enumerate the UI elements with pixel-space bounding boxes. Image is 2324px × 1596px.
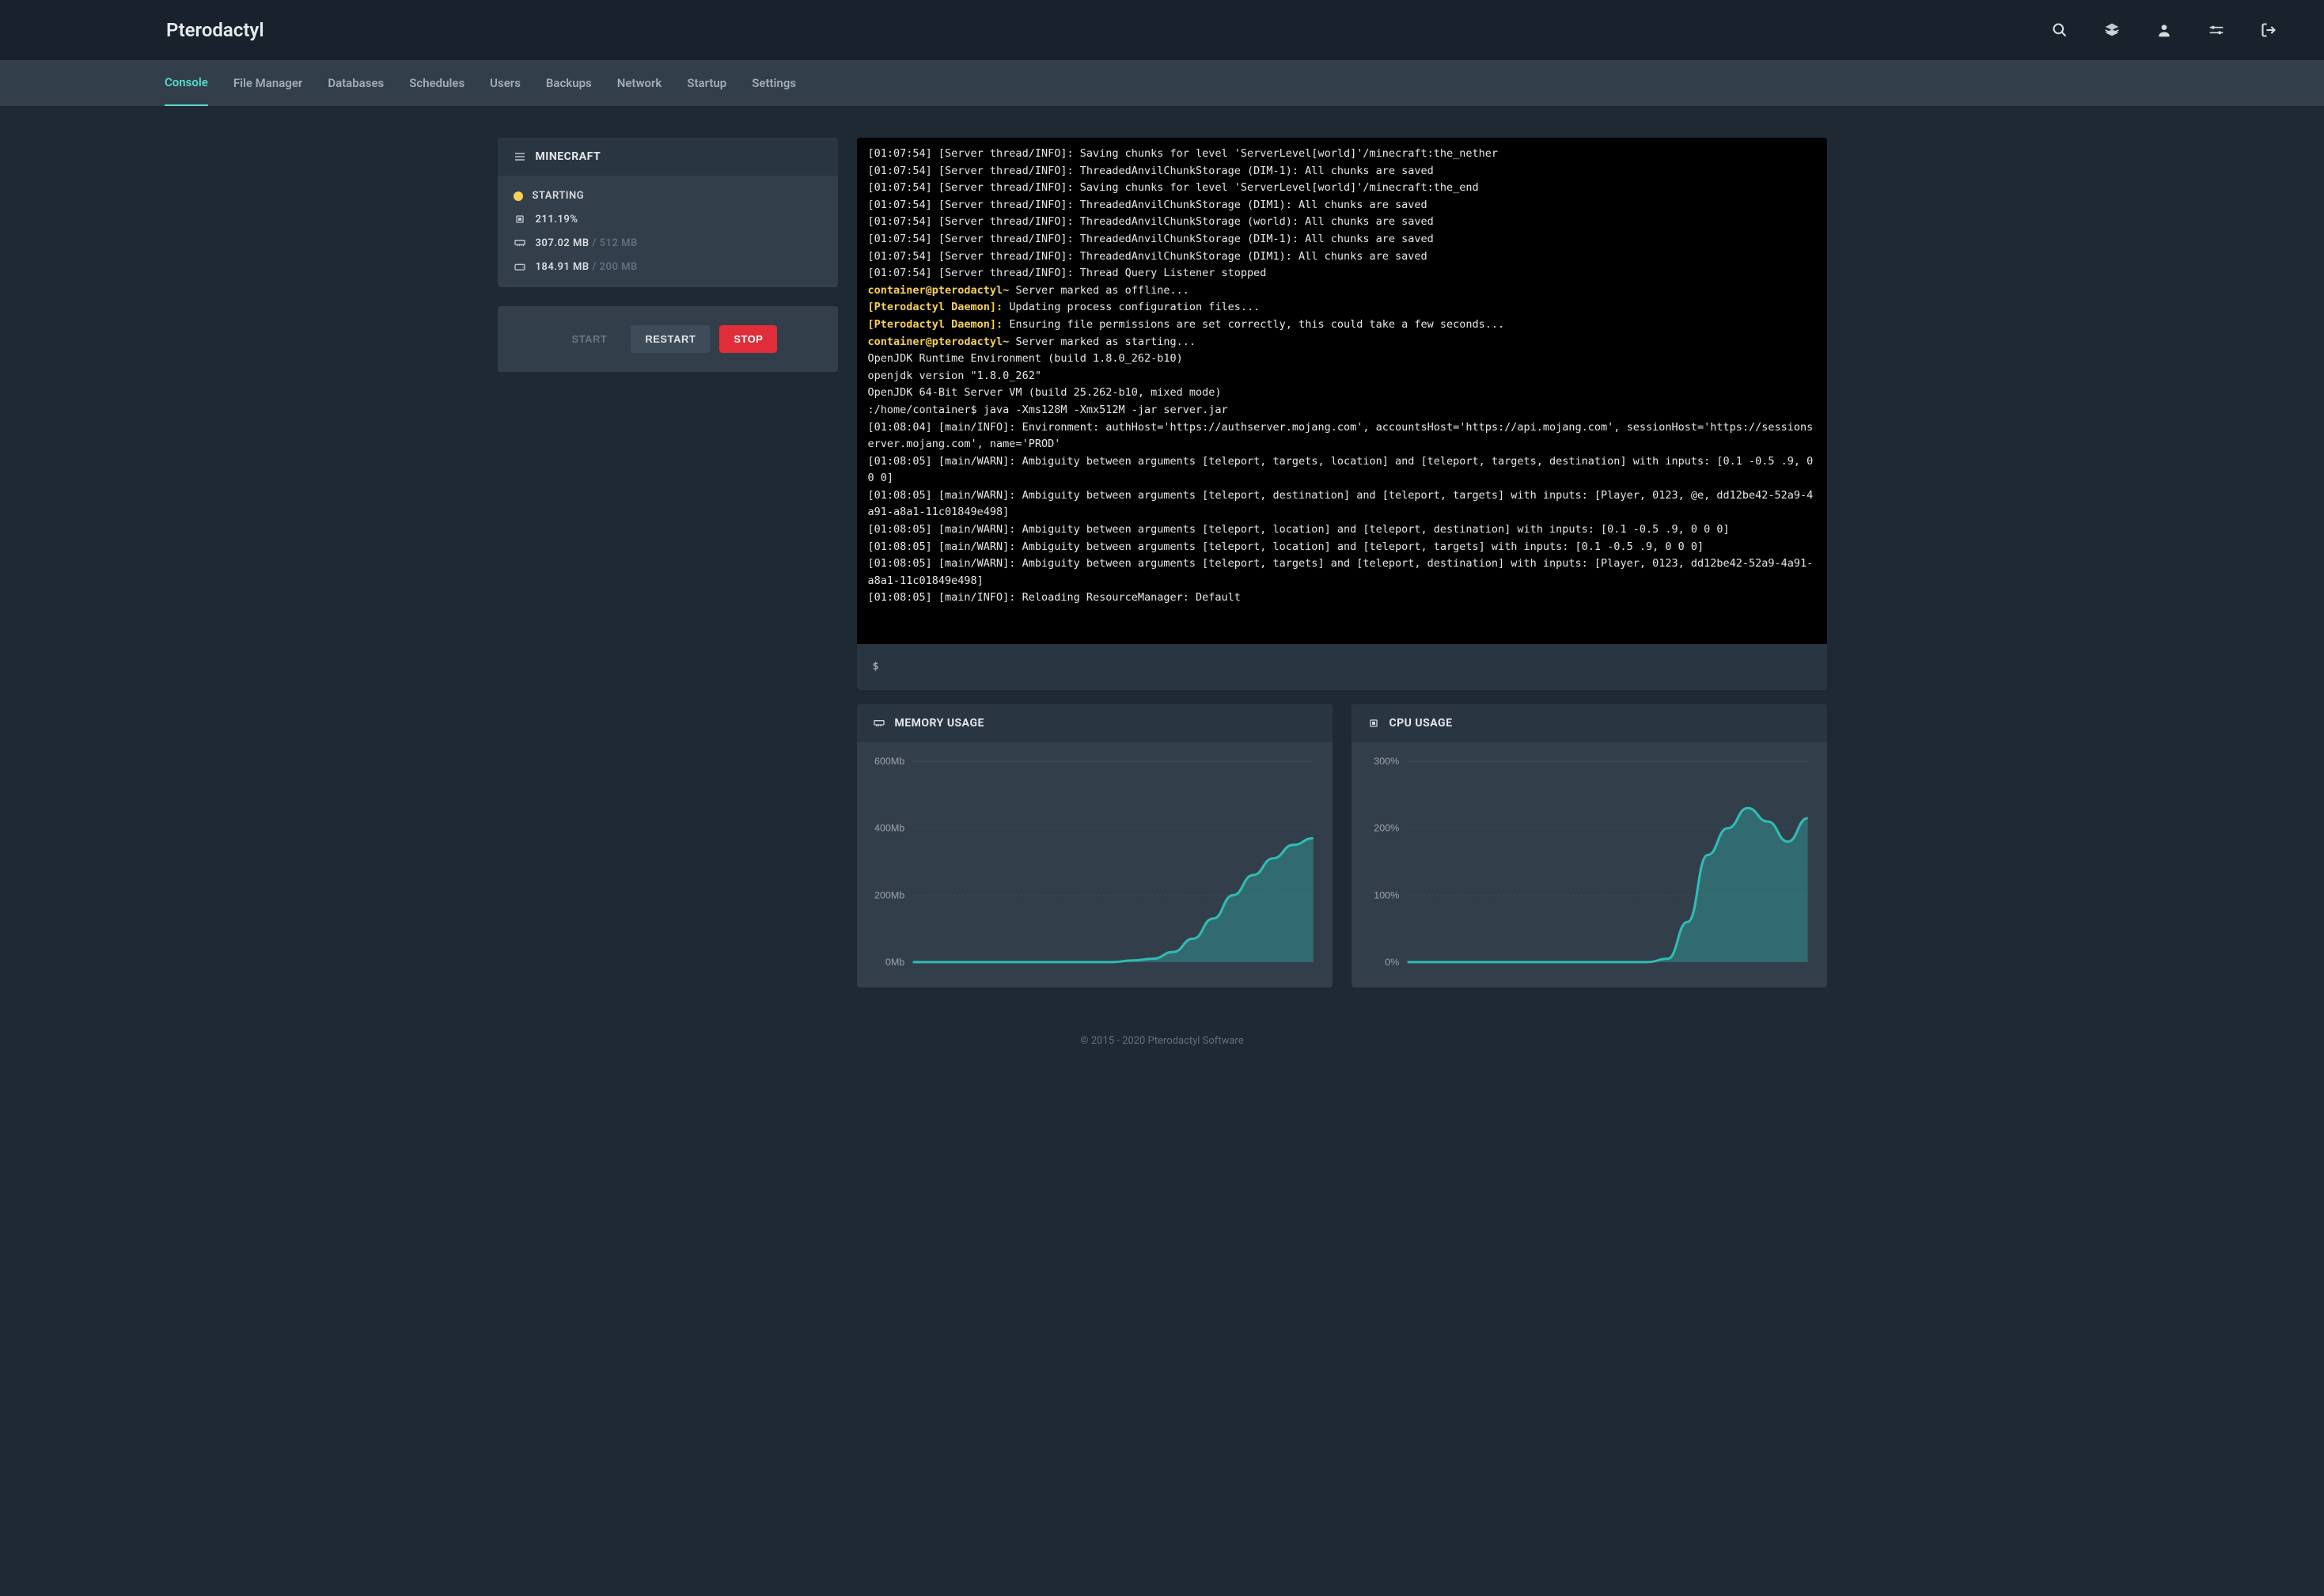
svg-text:200%: 200% [1374,822,1399,833]
memory-used: 307.02 MB [536,237,590,249]
console-prompt: $ [873,658,879,676]
server-info-panel: MINECRAFT STARTING 211.19% 307.02 MB / 5… [498,138,838,287]
user-icon[interactable] [2156,22,2172,38]
tab-settings[interactable]: Settings [752,60,796,106]
cpu-chart-title: CPU USAGE [1389,717,1453,730]
search-icon[interactable] [2052,22,2068,38]
memory-chart: 0Mb 200Mb 400Mb 600Mb [860,753,1321,976]
disk-limit: 200 MB [600,261,638,273]
bars-icon [514,150,526,163]
brand-title[interactable]: Pterodactyl [166,19,264,41]
svg-text:300%: 300% [1374,756,1399,767]
logout-icon[interactable] [2261,22,2277,38]
disk-row: 184.91 MB / 200 MB [514,260,822,273]
svg-text:600Mb: 600Mb [874,756,904,767]
memory-chart-header: MEMORY USAGE [857,704,1333,742]
footer: © 2015 - 2020 Pterodactyl Software [0,1003,2324,1071]
svg-text:0Mb: 0Mb [885,957,904,968]
tab-databases[interactable]: Databases [328,60,384,106]
memory-chart-panel: MEMORY USAGE 0Mb 200Mb 400Mb 600Mb [857,704,1333,988]
settings-icon[interactable] [2208,22,2224,38]
memory-limit: 512 MB [600,237,638,249]
cpu-chart-panel: CPU USAGE 0% 100% 200% 300% [1352,704,1827,988]
server-info-header: MINECRAFT [498,138,838,176]
cpu-icon [1367,717,1380,730]
tab-console[interactable]: Console [165,60,208,106]
svg-text:0%: 0% [1385,957,1399,968]
disk-icon [514,260,526,273]
topbar: Pterodactyl [0,0,2324,60]
console-input-bar[interactable]: $ [857,644,1827,690]
stop-button[interactable]: STOP [719,325,777,353]
start-button: START [558,325,622,353]
status-dot-icon [514,191,523,201]
cpu-chart: 0% 100% 200% 300% [1355,753,1816,976]
svg-text:200Mb: 200Mb [874,889,904,900]
tab-file-manager[interactable]: File Manager [233,60,302,106]
disk-used: 184.91 MB [536,261,590,273]
svg-text:100%: 100% [1374,889,1399,900]
cpu-row: 211.19% [514,213,822,226]
memory-row: 307.02 MB / 512 MB [514,237,822,249]
cpu-value: 211.19% [536,214,578,226]
memory-chart-title: MEMORY USAGE [895,717,984,730]
console-input[interactable] [885,661,1811,673]
tab-schedules[interactable]: Schedules [409,60,464,106]
console-output[interactable]: [01:07:54] [Server thread/INFO]: Saving … [857,138,1827,644]
server-name: MINECRAFT [536,150,601,163]
power-panel: START RESTART STOP [498,306,838,372]
tab-network[interactable]: Network [617,60,662,106]
tab-startup[interactable]: Startup [687,60,726,106]
cpu-chart-header: CPU USAGE [1352,704,1827,742]
memory-icon [514,237,526,249]
topbar-icons [2052,22,2277,38]
status-row: STARTING [514,190,822,202]
console: [01:07:54] [Server thread/INFO]: Saving … [857,138,1827,690]
tab-users[interactable]: Users [490,60,521,106]
memory-icon [873,717,885,730]
tab-backups[interactable]: Backups [546,60,592,106]
svg-text:400Mb: 400Mb [874,822,904,833]
restart-button[interactable]: RESTART [631,325,710,353]
tabbar: Console File Manager Databases Schedules Use… [0,60,2324,106]
cpu-icon [514,213,526,226]
layers-icon[interactable] [2104,22,2120,38]
status-label: STARTING [533,190,585,202]
